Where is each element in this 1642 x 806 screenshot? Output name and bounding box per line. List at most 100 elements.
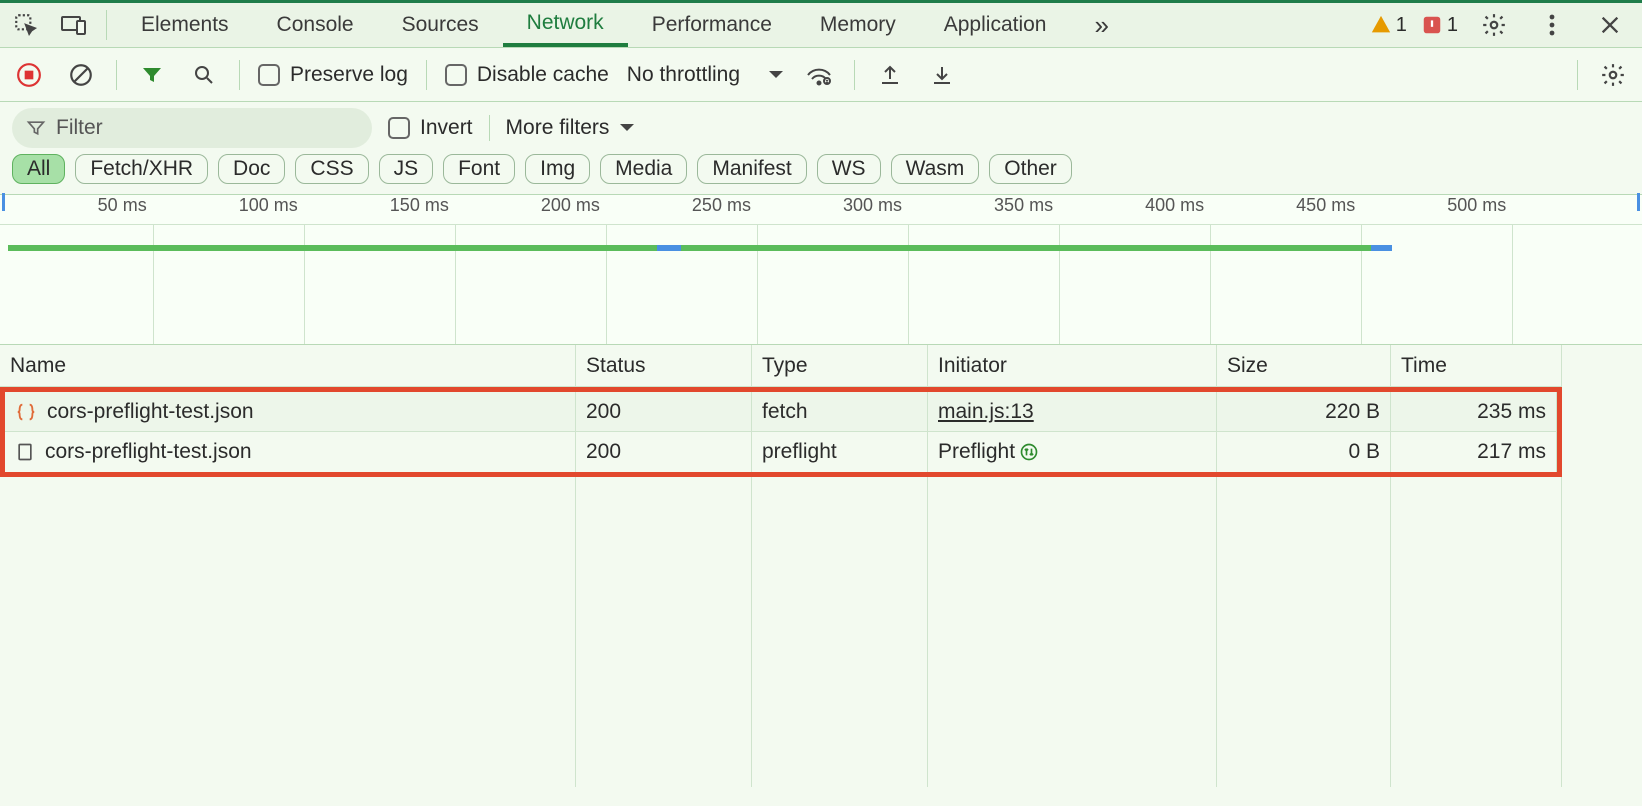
device-toolbar-icon[interactable] bbox=[54, 5, 94, 45]
tab-elements[interactable]: Elements bbox=[117, 3, 253, 47]
download-har-icon[interactable] bbox=[925, 58, 959, 92]
pill-other[interactable]: Other bbox=[989, 154, 1072, 184]
tick: 200 ms bbox=[541, 195, 606, 216]
table-row[interactable]: cors-preflight-test.json 200 fetch main.… bbox=[5, 392, 1557, 432]
pill-css[interactable]: CSS bbox=[295, 154, 368, 184]
request-name: cors-preflight-test.json bbox=[47, 400, 254, 424]
request-size: 220 B bbox=[1217, 392, 1391, 432]
more-filters-label: More filters bbox=[506, 116, 610, 140]
throttling-dropdown[interactable]: No throttling bbox=[627, 63, 784, 87]
timeline-grid bbox=[0, 225, 1642, 344]
tick: 150 ms bbox=[390, 195, 455, 216]
pill-media[interactable]: Media bbox=[600, 154, 687, 184]
col-name[interactable]: Name bbox=[0, 345, 576, 387]
col-time[interactable]: Time bbox=[1391, 345, 1562, 387]
filter-toggle-icon[interactable] bbox=[135, 58, 169, 92]
pill-all[interactable]: All bbox=[12, 154, 65, 184]
tick: 500 ms bbox=[1447, 195, 1512, 216]
separator bbox=[854, 60, 855, 90]
separator bbox=[1577, 60, 1578, 90]
tick: 400 ms bbox=[1145, 195, 1210, 216]
pill-wasm[interactable]: Wasm bbox=[891, 154, 980, 184]
table-row[interactable]: cors-preflight-test.json 200 preflight P… bbox=[5, 432, 1557, 472]
timeline-bar bbox=[657, 245, 682, 251]
disable-cache-label: Disable cache bbox=[477, 63, 609, 87]
throttling-value: No throttling bbox=[627, 63, 740, 87]
pill-manifest[interactable]: Manifest bbox=[697, 154, 806, 184]
col-size[interactable]: Size bbox=[1217, 345, 1391, 387]
tick: 250 ms bbox=[692, 195, 757, 216]
table-empty-area bbox=[0, 477, 1642, 787]
inspect-element-icon[interactable] bbox=[6, 5, 46, 45]
col-status[interactable]: Status bbox=[576, 345, 752, 387]
request-type-filters: All Fetch/XHR Doc CSS JS Font Img Media … bbox=[0, 152, 1642, 195]
request-status: 200 bbox=[576, 392, 752, 432]
tab-network[interactable]: Network bbox=[503, 3, 628, 47]
tick: 100 ms bbox=[239, 195, 304, 216]
timeline-ruler: 50 ms 100 ms 150 ms 200 ms 250 ms 300 ms… bbox=[0, 195, 1642, 225]
search-icon[interactable] bbox=[187, 58, 221, 92]
separator bbox=[489, 115, 490, 141]
initiator-link[interactable]: main.js:13 bbox=[938, 400, 1034, 424]
timeline-overview[interactable]: 50 ms 100 ms 150 ms 200 ms 250 ms 300 ms… bbox=[0, 195, 1642, 345]
invert-label: Invert bbox=[420, 116, 473, 140]
request-name: cors-preflight-test.json bbox=[45, 440, 252, 464]
separator bbox=[106, 10, 107, 40]
disable-cache-checkbox[interactable]: Disable cache bbox=[445, 63, 609, 87]
request-status: 200 bbox=[576, 432, 752, 472]
tick: 50 ms bbox=[98, 195, 153, 216]
network-conditions-icon[interactable] bbox=[802, 58, 836, 92]
pill-ws[interactable]: WS bbox=[817, 154, 881, 184]
request-type: preflight bbox=[752, 432, 928, 472]
tab-sources[interactable]: Sources bbox=[378, 3, 503, 47]
warnings-badge[interactable]: 1 bbox=[1370, 14, 1407, 37]
preserve-log-checkbox[interactable]: Preserve log bbox=[258, 63, 408, 87]
record-button[interactable] bbox=[12, 58, 46, 92]
panel-tabs: Elements Console Sources Network Perform… bbox=[117, 3, 1133, 47]
pill-js[interactable]: JS bbox=[379, 154, 434, 184]
request-type: fetch bbox=[752, 392, 928, 432]
funnel-icon bbox=[26, 118, 46, 138]
requests-table: Name Status Type Initiator Size Time cor… bbox=[0, 345, 1642, 477]
pill-font[interactable]: Font bbox=[443, 154, 515, 184]
swap-icon bbox=[1019, 442, 1039, 462]
upload-har-icon[interactable] bbox=[873, 58, 907, 92]
network-toolbar: Preserve log Disable cache No throttling bbox=[0, 48, 1642, 102]
filter-input[interactable]: Filter bbox=[12, 108, 372, 148]
request-time: 217 ms bbox=[1391, 432, 1557, 472]
separator bbox=[239, 60, 240, 90]
highlighted-rows: cors-preflight-test.json 200 fetch main.… bbox=[0, 387, 1562, 477]
col-initiator[interactable]: Initiator bbox=[928, 345, 1217, 387]
tab-application[interactable]: Application bbox=[920, 3, 1071, 47]
json-file-icon bbox=[15, 401, 37, 423]
filter-placeholder: Filter bbox=[56, 116, 103, 140]
errors-count: 1 bbox=[1447, 14, 1458, 37]
tab-overflow-icon[interactable]: » bbox=[1070, 3, 1132, 47]
tab-performance[interactable]: Performance bbox=[628, 3, 796, 47]
request-time: 235 ms bbox=[1391, 392, 1557, 432]
pill-img[interactable]: Img bbox=[525, 154, 590, 184]
separator bbox=[426, 60, 427, 90]
initiator-preflight[interactable]: Preflight bbox=[928, 432, 1217, 472]
col-type[interactable]: Type bbox=[752, 345, 928, 387]
tab-console[interactable]: Console bbox=[253, 3, 378, 47]
tick: 450 ms bbox=[1296, 195, 1361, 216]
kebab-menu-icon[interactable] bbox=[1532, 5, 1572, 45]
chevron-down-icon bbox=[768, 70, 784, 80]
clear-button[interactable] bbox=[64, 58, 98, 92]
pill-doc[interactable]: Doc bbox=[218, 154, 285, 184]
request-size: 0 B bbox=[1217, 432, 1391, 472]
timeline-bar bbox=[681, 245, 1371, 251]
pill-fetch-xhr[interactable]: Fetch/XHR bbox=[75, 154, 208, 184]
tick: 300 ms bbox=[843, 195, 908, 216]
errors-badge[interactable]: 1 bbox=[1421, 14, 1458, 37]
document-icon bbox=[15, 442, 35, 462]
close-icon[interactable] bbox=[1590, 5, 1630, 45]
timeline-bar bbox=[1371, 245, 1392, 251]
separator bbox=[116, 60, 117, 90]
settings-icon[interactable] bbox=[1474, 5, 1514, 45]
tab-memory[interactable]: Memory bbox=[796, 3, 920, 47]
invert-checkbox[interactable]: Invert bbox=[388, 116, 473, 140]
more-filters-dropdown[interactable]: More filters bbox=[506, 116, 636, 140]
network-settings-icon[interactable] bbox=[1596, 58, 1630, 92]
